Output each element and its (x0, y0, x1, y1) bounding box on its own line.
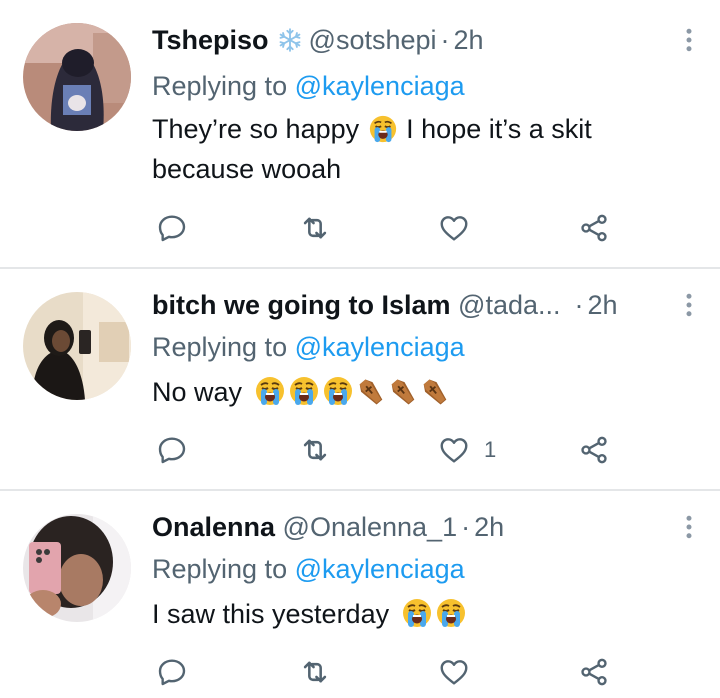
retweet-button[interactable] (298, 652, 332, 692)
tweet-text-part-1: I saw this yesterday (152, 599, 390, 629)
avatar[interactable] (23, 292, 131, 400)
reply-icon (156, 656, 188, 688)
replying-prefix: Replying to (152, 554, 288, 584)
display-name[interactable]: Onalenna (152, 512, 275, 542)
coffin-icon (420, 377, 450, 407)
retweet-button[interactable] (298, 208, 332, 248)
tweet-2[interactable]: bitch we going to Islam @tada... · 2h Repl… (0, 268, 720, 490)
tweet-actions: 1 (152, 430, 622, 470)
replying-prefix: Replying to (152, 332, 288, 362)
tweet-text-part-1: They’re so happy (152, 114, 360, 144)
heart-icon (438, 434, 470, 466)
tweet-3[interactable]: Onalenna @Onalenna_1 · 2h Replying to @kay… (0, 490, 720, 698)
reply-button[interactable] (156, 652, 188, 692)
more-vertical-icon[interactable] (674, 25, 704, 55)
timestamp[interactable]: 2h (474, 512, 504, 542)
user-handle[interactable]: @sotshepi (309, 25, 437, 55)
tweet-actions (152, 208, 622, 248)
loudly-crying-face-icon (322, 375, 354, 407)
retweet-icon (298, 433, 332, 467)
loudly-crying-face-icon (435, 597, 467, 629)
tweet-1[interactable]: Tshepiso @sotshepi · 2h Replying to @kaylen… (0, 0, 720, 268)
user-handle[interactable]: @Onalenna_1 (283, 512, 458, 542)
mention-link[interactable]: @kaylenciaga (295, 554, 465, 584)
share-button[interactable] (578, 208, 610, 248)
tweet-header: bitch we going to Islam @tada... · 2h (152, 288, 618, 322)
replying-to: Replying to @kaylenciaga (152, 69, 465, 103)
more-vertical-icon[interactable] (674, 512, 704, 542)
snowflake-icon (277, 27, 303, 53)
like-button[interactable] (438, 652, 484, 692)
loudly-crying-face-icon (288, 375, 320, 407)
like-button[interactable]: 1 (438, 430, 496, 470)
tweet-header: Tshepiso @sotshepi · 2h (152, 23, 484, 57)
replying-to: Replying to @kaylenciaga (152, 552, 465, 586)
tweet-text: I saw this yesterday (152, 594, 692, 634)
heart-icon (438, 212, 470, 244)
retweet-button[interactable] (298, 430, 332, 470)
share-icon (578, 656, 610, 688)
retweet-icon (298, 655, 332, 689)
reply-icon (156, 212, 188, 244)
share-button[interactable] (578, 430, 610, 470)
reply-button[interactable] (156, 208, 188, 248)
tweet-text: No way (152, 372, 692, 412)
heart-icon (438, 656, 470, 688)
tweet-text: They’re so happy I hope it’s a skit beca… (152, 109, 692, 189)
display-name[interactable]: Tshepiso (152, 25, 269, 55)
like-count: 1 (484, 437, 497, 462)
timestamp[interactable]: 2h (454, 25, 484, 55)
retweet-icon (298, 211, 332, 245)
share-icon (578, 212, 610, 244)
more-vertical-icon[interactable] (674, 290, 704, 320)
reply-button[interactable] (156, 430, 188, 470)
separator-dot: · (440, 25, 450, 55)
mention-link[interactable]: @kaylenciaga (295, 71, 465, 101)
tweet-text-part-1: No way (152, 377, 243, 407)
separator-dot: · (574, 290, 584, 320)
timestamp[interactable]: 2h (588, 290, 618, 320)
like-button[interactable] (438, 208, 484, 248)
coffin-icon (356, 377, 386, 407)
tweet-actions (152, 652, 622, 692)
share-button[interactable] (578, 652, 610, 692)
mention-link[interactable]: @kaylenciaga (295, 332, 465, 362)
avatar[interactable] (23, 514, 131, 622)
loudly-crying-face-icon (254, 375, 286, 407)
display-name[interactable]: bitch we going to Islam (152, 290, 451, 320)
share-icon (578, 434, 610, 466)
loudly-crying-face-icon (401, 597, 433, 629)
avatar[interactable] (23, 23, 131, 131)
replying-to: Replying to @kaylenciaga (152, 330, 465, 364)
tweet-header: Onalenna @Onalenna_1 · 2h (152, 510, 504, 544)
loudly-crying-face-icon (368, 114, 398, 144)
coffin-icon (388, 377, 418, 407)
user-handle[interactable]: @tada... (458, 290, 560, 320)
replying-prefix: Replying to (152, 71, 288, 101)
separator-dot: · (461, 512, 471, 542)
reply-icon (156, 434, 188, 466)
